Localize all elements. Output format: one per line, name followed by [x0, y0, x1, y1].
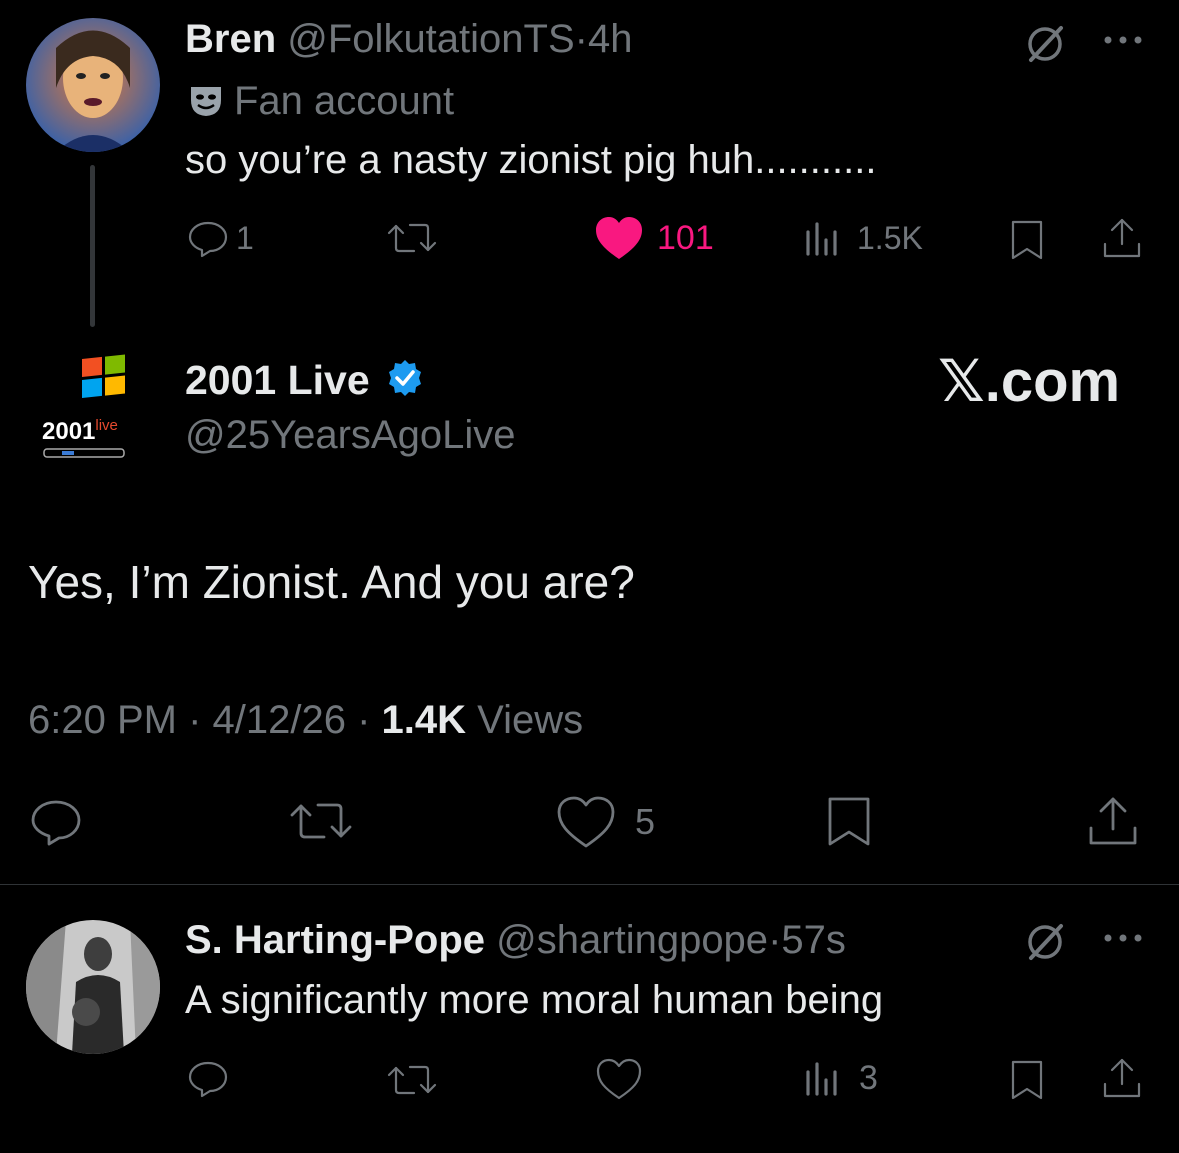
retweet-button[interactable] — [384, 1060, 440, 1100]
thread-connector-line — [90, 165, 95, 327]
views-button[interactable]: 1.5K — [803, 218, 923, 258]
views-button[interactable]: 3 — [803, 1058, 878, 1098]
reply-icon — [186, 218, 230, 258]
more-options-icon[interactable] — [1098, 20, 1148, 60]
heart-outline-icon — [555, 794, 617, 850]
avatar-2001-live[interactable]: 2001live — [26, 345, 160, 479]
views-icon — [803, 1058, 843, 1098]
tweet-1-header: Bren @FolkutationTS·4h — [185, 14, 632, 64]
like-button[interactable]: 101 — [593, 214, 714, 262]
tweet-3-header: S. Harting-Pope @shartingpope·57s — [185, 915, 846, 965]
bookmark-icon — [1005, 218, 1049, 262]
like-count: 101 — [657, 218, 714, 257]
x-com-watermark: 𝕏.com — [938, 349, 1121, 414]
display-name[interactable]: Bren — [185, 17, 276, 61]
timestamp[interactable]: 57s — [781, 918, 846, 962]
tweet-2-meta: 6:20 PM · 4/12/26 · 1.4K Views — [28, 698, 584, 742]
reply-button[interactable] — [186, 1058, 230, 1098]
grok-icon[interactable] — [1023, 920, 1067, 964]
tweet-2-name-row: 2001 Live — [185, 355, 425, 405]
retweet-button[interactable] — [384, 218, 440, 258]
views-count: 1.4K — [381, 698, 467, 742]
fan-account-badge: Fan account — [188, 76, 454, 126]
handle[interactable]: @FolkutationTS — [287, 17, 574, 61]
bookmark-icon — [1005, 1058, 1049, 1102]
retweet-icon — [384, 218, 440, 258]
views-count: 1.5K — [857, 219, 923, 256]
reply-button[interactable] — [28, 796, 84, 846]
heart-filled-icon — [593, 214, 645, 262]
tweet-1-text: so you’re a nasty zionist pig huh.......… — [185, 138, 877, 182]
retweet-icon — [286, 796, 356, 846]
share-icon — [1100, 1056, 1144, 1102]
like-button[interactable] — [594, 1056, 644, 1102]
views-icon — [803, 218, 843, 258]
more-options-icon[interactable] — [1098, 918, 1148, 958]
handle[interactable]: @25YearsAgoLive — [185, 410, 515, 460]
reply-count: 1 — [236, 219, 254, 256]
avatar-bren[interactable] — [26, 18, 160, 152]
share-button[interactable] — [1085, 794, 1141, 850]
reply-icon — [28, 796, 84, 846]
reply-icon — [186, 1058, 230, 1098]
bookmark-button[interactable] — [822, 794, 878, 850]
bookmark-button[interactable] — [1005, 218, 1049, 262]
avatar-s-harting-pope[interactable] — [26, 920, 160, 1054]
bookmark-button[interactable] — [1005, 1058, 1049, 1102]
share-button[interactable] — [1100, 1056, 1144, 1102]
avatar-sup: live — [95, 417, 118, 434]
display-name[interactable]: S. Harting-Pope — [185, 918, 485, 962]
display-name[interactable]: 2001 Live — [185, 357, 370, 403]
views-label: Views — [477, 698, 584, 742]
handle[interactable]: @shartingpope — [496, 918, 768, 962]
like-count: 5 — [635, 801, 656, 842]
retweet-icon — [384, 1060, 440, 1100]
heart-outline-icon — [594, 1056, 644, 1102]
avatar-text: 2001 — [42, 418, 96, 445]
timestamp[interactable]: 4h — [588, 17, 633, 61]
verified-badge-icon — [385, 358, 425, 398]
tweet-3-text: A significantly more moral human being — [185, 978, 884, 1022]
separator: · — [768, 918, 782, 962]
share-icon — [1085, 794, 1141, 850]
share-icon — [1100, 216, 1144, 262]
separator: · — [574, 17, 588, 61]
masks-icon — [188, 82, 224, 118]
reply-button[interactable]: 1 — [186, 218, 254, 258]
like-button[interactable]: 5 — [555, 794, 655, 850]
bookmark-icon — [822, 794, 878, 850]
tweet-time[interactable]: 6:20 PM — [28, 698, 177, 742]
share-button[interactable] — [1100, 216, 1144, 262]
tweet-date[interactable]: 4/12/26 — [213, 698, 346, 742]
grok-icon[interactable] — [1023, 22, 1067, 66]
divider — [0, 884, 1179, 885]
views-count: 3 — [859, 1058, 878, 1097]
retweet-button[interactable] — [286, 796, 356, 846]
tweet-2-text: Yes, I’m Zionist. And you are? — [28, 556, 635, 608]
fan-account-label: Fan account — [234, 79, 455, 123]
